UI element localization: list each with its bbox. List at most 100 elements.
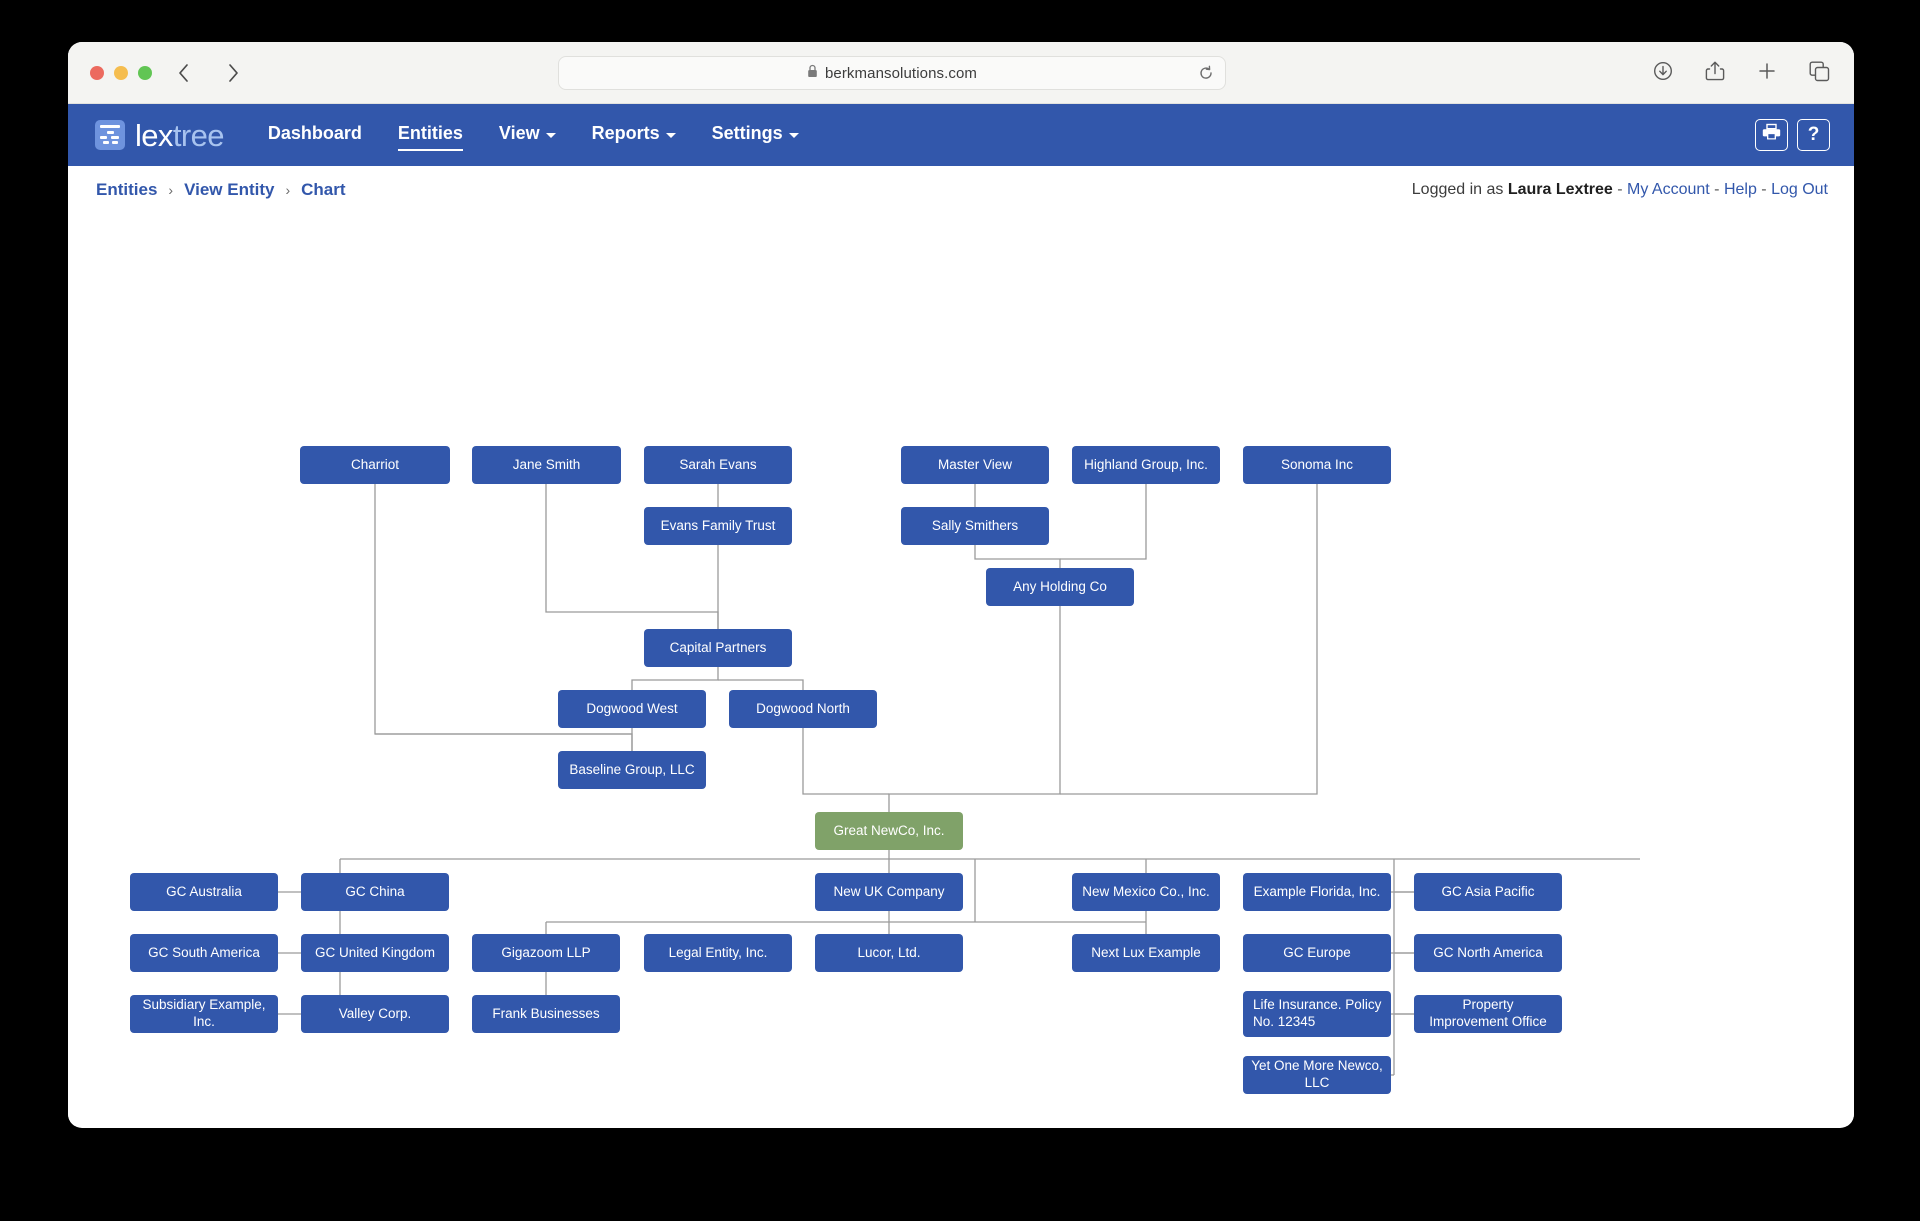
org-node-label: Life Insurance. Policy No. 12345 xyxy=(1253,997,1382,1029)
navbar-actions: ? xyxy=(1755,119,1830,151)
org-node-master_view[interactable]: Master View xyxy=(901,446,1049,484)
org-node-label: Sonoma Inc xyxy=(1280,456,1354,472)
browser-chrome: berkmansolutions.com xyxy=(68,42,1854,104)
brand-lex: lex xyxy=(135,117,173,153)
org-node-label: Sarah Evans xyxy=(679,456,757,472)
org-node-gc_uk[interactable]: GC United Kingdom xyxy=(301,934,449,972)
menu-item-settings[interactable]: Settings xyxy=(712,123,799,147)
help-link[interactable]: Help xyxy=(1724,181,1757,198)
menu-label-view: View xyxy=(498,123,540,143)
browser-toolbar[interactable] xyxy=(1650,58,1832,84)
org-node-valley[interactable]: Valley Corp. xyxy=(301,995,449,1033)
org-node-yet_one_more[interactable]: Yet One More Newco, LLC xyxy=(1243,1056,1391,1094)
maximize-window-button[interactable] xyxy=(138,66,152,80)
address-bar[interactable]: berkmansolutions.com xyxy=(558,56,1226,90)
menu-item-entities[interactable]: Entities xyxy=(397,123,463,151)
log-out-link[interactable]: Log Out xyxy=(1771,181,1828,198)
org-chart: Charriot Jane Smith Sarah Evans Master View… xyxy=(68,214,1854,1126)
org-node-evans_trust[interactable]: Evans Family Trust xyxy=(644,507,792,545)
org-node-new_mexico[interactable]: New Mexico Co., Inc. xyxy=(1072,873,1220,911)
breadcrumb: Entities › View Entity › Chart xyxy=(96,180,346,200)
org-node-gc_asia[interactable]: GC Asia Pacific xyxy=(1414,873,1562,911)
org-node-any_holding[interactable]: Any Holding Co xyxy=(986,568,1134,606)
my-account-link[interactable]: My Account xyxy=(1627,181,1710,198)
org-node-label: Capital Partners xyxy=(669,639,767,655)
logged-in-prefix: Logged in as xyxy=(1411,181,1504,198)
breadcrumb-item-view-entity[interactable]: View Entity xyxy=(184,180,274,200)
brand-logo[interactable]: lextree xyxy=(95,120,224,151)
breadcrumb-separator: › xyxy=(168,182,174,198)
org-chart-connectors xyxy=(278,484,1640,1076)
url-text: berkmansolutions.com xyxy=(824,64,978,82)
print-button[interactable] xyxy=(1755,119,1788,151)
org-node-dogwood_north[interactable]: Dogwood North xyxy=(729,690,877,728)
brand-name: lextree xyxy=(135,120,224,151)
back-button[interactable] xyxy=(168,58,198,88)
org-node-lucor[interactable]: Lucor, Ltd. xyxy=(815,934,963,972)
menu-item-reports[interactable]: Reports xyxy=(592,123,676,147)
minimize-window-button[interactable] xyxy=(114,66,128,80)
org-node-great_newco[interactable]: Great NewCo, Inc. xyxy=(815,812,963,850)
org-node-label: Valley Corp. xyxy=(338,1005,412,1021)
org-node-sarah_evans[interactable]: Sarah Evans xyxy=(644,446,792,484)
menu-item-dashboard[interactable]: Dashboard xyxy=(268,123,362,147)
org-node-gc_south_am[interactable]: GC South America xyxy=(130,934,278,972)
org-node-dogwood_west[interactable]: Dogwood West xyxy=(558,690,706,728)
window-controls[interactable] xyxy=(90,66,152,80)
org-node-sally[interactable]: Sally Smithers xyxy=(901,507,1049,545)
help-icon: ? xyxy=(1807,124,1820,145)
org-node-next_lux[interactable]: Next Lux Example xyxy=(1072,934,1220,972)
org-node-label: GC United Kingdom xyxy=(314,944,436,960)
org-node-gc_north_am[interactable]: GC North America xyxy=(1414,934,1562,972)
share-icon[interactable] xyxy=(1702,58,1728,84)
org-node-gc_china[interactable]: GC China xyxy=(301,873,449,911)
org-node-label: Legal Entity, Inc. xyxy=(668,944,768,960)
org-node-subsidiary_ex[interactable]: Subsidiary Example, Inc. xyxy=(130,995,278,1033)
org-node-gigazoom[interactable]: Gigazoom LLP xyxy=(472,934,620,972)
org-node-label: Baseline Group, LLC xyxy=(569,761,695,777)
tabs-icon[interactable] xyxy=(1806,58,1832,84)
org-node-label: GC Asia Pacific xyxy=(1441,883,1535,899)
org-node-label: Lucor, Ltd. xyxy=(857,944,921,960)
org-node-charriot[interactable]: Charriot xyxy=(300,446,450,484)
breadcrumb-item-chart[interactable]: Chart xyxy=(301,180,345,200)
org-node-label: Next Lux Example xyxy=(1091,944,1201,960)
chevron-down-icon xyxy=(665,132,676,138)
org-node-new_uk[interactable]: New UK Company xyxy=(815,873,963,911)
org-node-label: Yet One More Newco, LLC xyxy=(1251,1058,1383,1090)
org-node-life_ins[interactable]: Life Insurance. Policy No. 12345 xyxy=(1243,991,1391,1037)
org-node-frank[interactable]: Frank Businesses xyxy=(472,995,620,1033)
org-node-label: Highland Group, Inc. xyxy=(1084,456,1208,472)
menu-item-view[interactable]: View xyxy=(499,123,556,147)
org-node-label: GC China xyxy=(345,883,405,899)
org-node-label: Great NewCo, Inc. xyxy=(833,822,945,838)
app-navbar: lextree Dashboard Entities View Reports xyxy=(68,104,1854,166)
org-node-prop_improve[interactable]: Property Improvement Office xyxy=(1414,995,1562,1033)
breadcrumb-item-entities[interactable]: Entities xyxy=(96,180,157,200)
org-node-label: Example Florida, Inc. xyxy=(1253,883,1381,899)
reload-icon[interactable] xyxy=(1195,62,1217,84)
org-node-label: GC North America xyxy=(1433,944,1543,960)
org-node-label: Frank Businesses xyxy=(492,1005,600,1021)
close-window-button[interactable] xyxy=(90,66,104,80)
menu-label-dashboard: Dashboard xyxy=(267,123,362,143)
org-node-highland[interactable]: Highland Group, Inc. xyxy=(1072,446,1220,484)
forward-button[interactable] xyxy=(218,58,248,88)
org-node-label: Gigazoom LLP xyxy=(501,944,591,960)
org-node-capital[interactable]: Capital Partners xyxy=(644,629,792,667)
org-node-gc_australia[interactable]: GC Australia xyxy=(130,873,278,911)
org-node-legal_entity[interactable]: Legal Entity, Inc. xyxy=(644,934,792,972)
help-button[interactable]: ? xyxy=(1797,119,1830,151)
org-node-baseline[interactable]: Baseline Group, LLC xyxy=(558,751,706,789)
org-node-example_fl[interactable]: Example Florida, Inc. xyxy=(1243,873,1391,911)
browser-nav-arrows[interactable] xyxy=(168,58,248,88)
new-tab-icon[interactable] xyxy=(1754,58,1780,84)
main-menu: Dashboard Entities View Reports Settings xyxy=(268,123,799,151)
org-node-sonoma[interactable]: Sonoma Inc xyxy=(1243,446,1391,484)
org-node-gc_europe[interactable]: GC Europe xyxy=(1243,934,1391,972)
download-icon[interactable] xyxy=(1650,58,1676,84)
lock-icon xyxy=(807,64,818,83)
org-node-label: New Mexico Co., Inc. xyxy=(1082,883,1210,899)
org-node-jane_smith[interactable]: Jane Smith xyxy=(472,446,621,484)
org-node-label: Property Improvement Office xyxy=(1429,997,1547,1029)
